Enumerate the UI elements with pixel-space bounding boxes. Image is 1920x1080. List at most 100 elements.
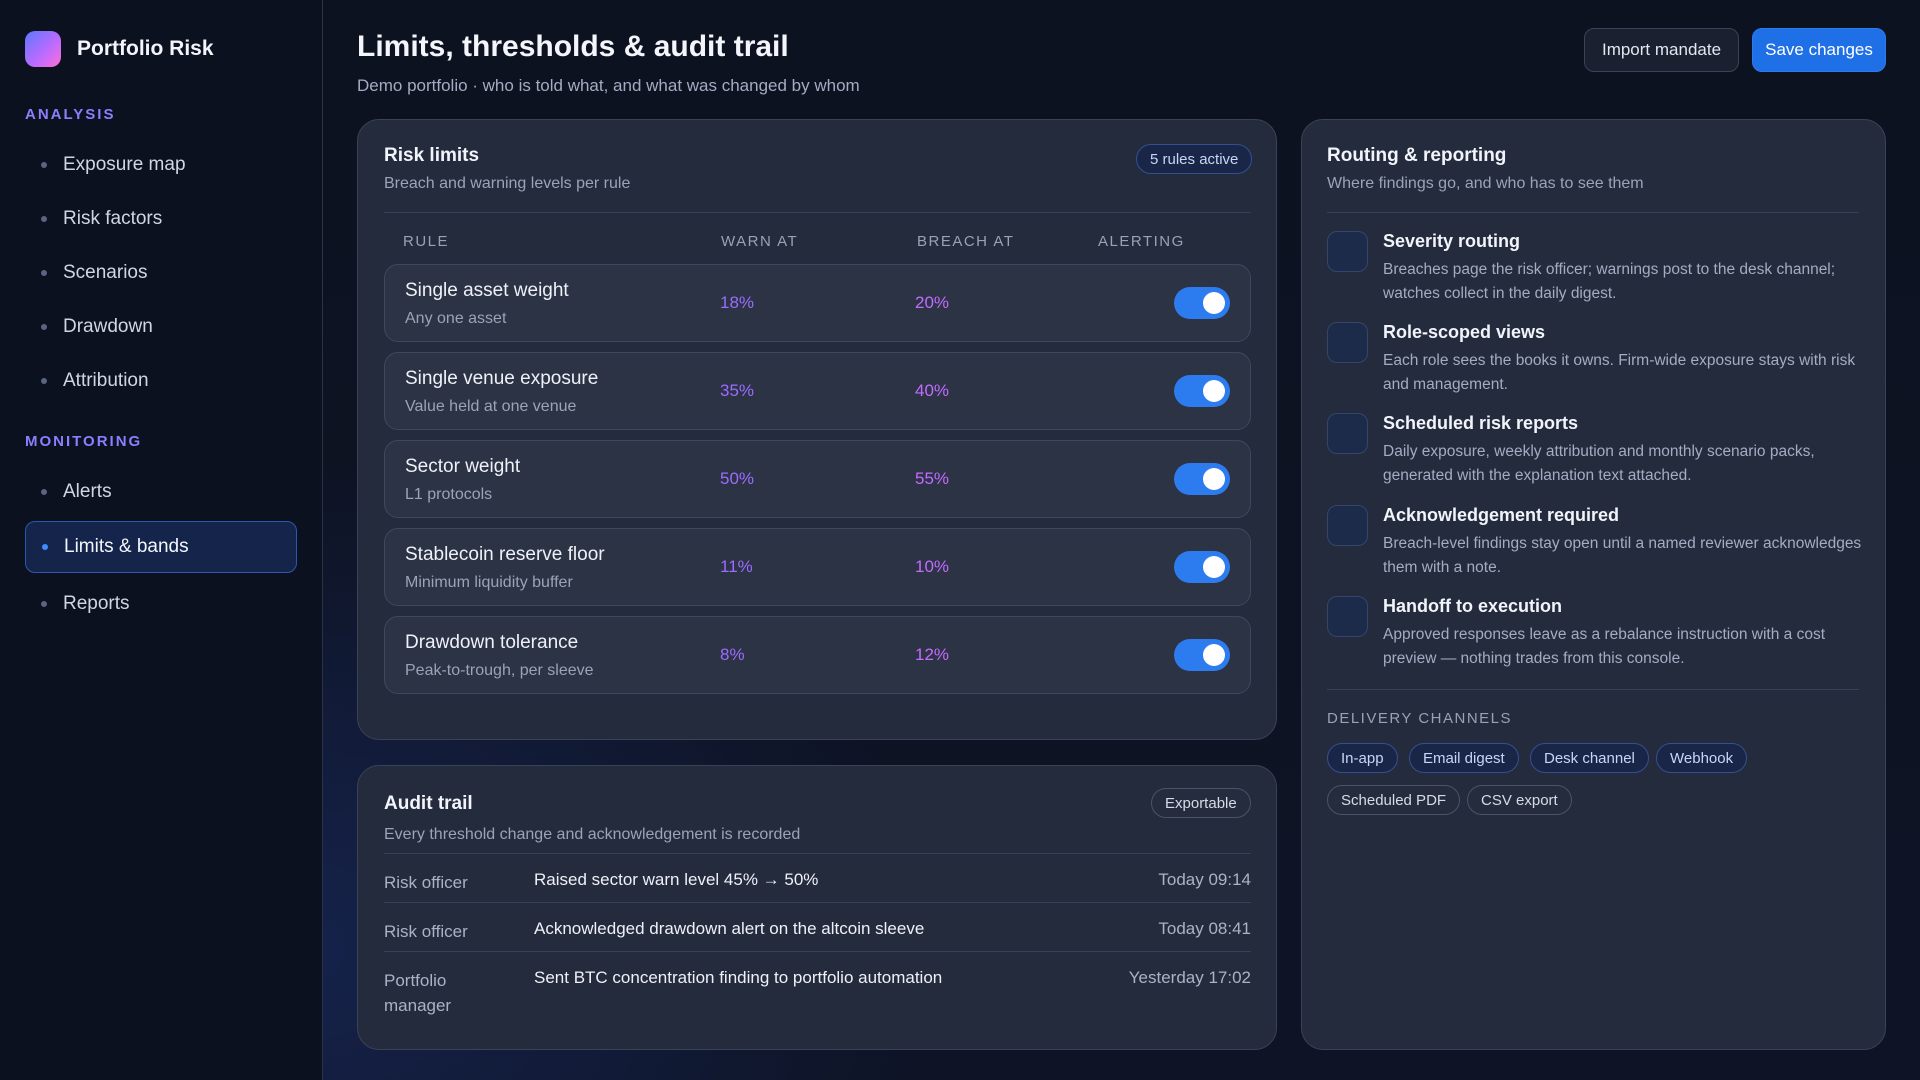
nav-item-limits-bands[interactable]: Limits & bands <box>25 521 297 573</box>
nav-item-label: Alerts <box>63 481 112 502</box>
nav-item-exposure-map[interactable]: Exposure map <box>25 139 297 191</box>
warn-value[interactable]: 11% <box>720 557 753 577</box>
rule-name: Drawdown tolerance <box>405 632 579 653</box>
routing-item-title: Role-scoped views <box>1383 322 1546 342</box>
column-header-breach-at: BREACH AT <box>917 233 1015 250</box>
divider <box>384 212 1251 213</box>
breach-value[interactable]: 40% <box>915 381 949 401</box>
rule-row[interactable]: Drawdown tolerance Peak-to-trough, per s… <box>384 616 1251 694</box>
routing-item-scheduled-reports[interactable]: Scheduled risk reports Daily exposure, w… <box>1327 413 1867 489</box>
audit-trail-subtitle: Every threshold change and acknowledgeme… <box>384 826 801 843</box>
audit-entry: Portfolio manager Sent BTC concentration… <box>384 968 1251 1028</box>
divider <box>384 902 1251 903</box>
routing-title: Routing & reporting <box>1327 145 1507 166</box>
column-header-alerting: ALERTING <box>1098 233 1185 250</box>
channel-chip-csv-export[interactable]: CSV export <box>1467 785 1572 815</box>
routing-item-title: Severity routing <box>1383 231 1521 251</box>
nav-item-label: Scenarios <box>63 262 148 283</box>
warn-value[interactable]: 8% <box>720 645 745 665</box>
audit-actor: Risk officer <box>384 873 468 892</box>
channel-chip-desk-channel[interactable]: Desk channel <box>1530 743 1649 773</box>
alerting-toggle[interactable] <box>1174 551 1230 583</box>
save-changes-button[interactable]: Save changes <box>1752 28 1886 72</box>
routing-item-role-scoped[interactable]: Role-scoped views Each role sees the boo… <box>1327 322 1867 398</box>
rule-name: Single asset weight <box>405 280 569 301</box>
rule-row[interactable]: Stablecoin reserve floor Minimum liquidi… <box>384 528 1251 606</box>
routing-item-title: Handoff to execution <box>1383 596 1562 616</box>
alerting-toggle[interactable] <box>1174 287 1230 319</box>
routing-item-description: Breach-level findings stay open until a … <box>1383 535 1862 576</box>
rule-description: Minimum liquidity buffer <box>405 574 573 591</box>
routing-subtitle: Where findings go, and who has to see th… <box>1327 175 1644 192</box>
warn-value[interactable]: 35% <box>720 381 754 401</box>
breach-value[interactable]: 12% <box>915 645 949 665</box>
routing-item-title: Scheduled risk reports <box>1383 413 1579 433</box>
audit-timestamp: Yesterday 17:02 <box>1128 968 1251 987</box>
rule-description: Any one asset <box>405 310 507 327</box>
nav-item-reports[interactable]: Reports <box>25 578 297 630</box>
alerting-toggle[interactable] <box>1174 375 1230 407</box>
audit-trail-title: Audit trail <box>384 793 473 814</box>
nav-item-risk-factors[interactable]: Risk factors <box>25 193 297 245</box>
rule-row[interactable]: Single venue exposure Value held at one … <box>384 352 1251 430</box>
warn-value[interactable]: 18% <box>720 293 754 313</box>
risk-limits-title: Risk limits <box>384 145 480 166</box>
routing-item-description: Approved responses leave as a rebalance … <box>1383 626 1825 667</box>
routing-checkbox[interactable] <box>1327 505 1368 546</box>
nav-item-attribution[interactable]: Attribution <box>25 355 297 407</box>
routing-item-severity[interactable]: Severity routing Breaches page the risk … <box>1327 231 1867 307</box>
nav-item-label: Risk factors <box>63 208 163 229</box>
import-mandate-button[interactable]: Import mandate <box>1584 28 1739 72</box>
breach-value[interactable]: 55% <box>915 469 949 489</box>
bullet-icon <box>41 216 47 222</box>
channel-chip-webhook[interactable]: Webhook <box>1656 743 1748 773</box>
nav-item-label: Exposure map <box>63 154 186 175</box>
rules-active-badge: 5 rules active <box>1136 144 1253 174</box>
bullet-icon <box>41 162 47 168</box>
rule-row[interactable]: Single asset weight Any one asset 18% 20… <box>384 264 1251 342</box>
audit-entry: Risk officer Acknowledged drawdown alert… <box>384 919 1251 959</box>
exportable-badge[interactable]: Exportable <box>1151 788 1251 818</box>
audit-timestamp: Today 08:41 <box>1158 919 1251 938</box>
channel-chip-email-digest[interactable]: Email digest <box>1409 743 1519 773</box>
breach-value[interactable]: 20% <box>915 293 949 313</box>
alerting-toggle[interactable] <box>1174 463 1230 495</box>
bullet-icon <box>41 378 47 384</box>
channel-chip-in-app[interactable]: In-app <box>1327 743 1398 773</box>
routing-checkbox[interactable] <box>1327 413 1368 454</box>
app-title: Portfolio Risk <box>77 37 214 60</box>
page-title: Limits, thresholds & audit trail <box>357 30 789 63</box>
brand[interactable]: Portfolio Risk <box>25 31 214 67</box>
rule-row[interactable]: Sector weight L1 protocols 50% 55% <box>384 440 1251 518</box>
routing-item-handoff[interactable]: Handoff to execution Approved responses … <box>1327 596 1867 672</box>
column-header-warn-at: WARN AT <box>721 233 799 250</box>
nav-item-scenarios[interactable]: Scenarios <box>25 247 297 299</box>
warn-value[interactable]: 50% <box>720 469 754 489</box>
routing-item-description: Each role sees the books it owns. Firm-w… <box>1383 352 1856 393</box>
rule-description: Peak-to-trough, per sleeve <box>405 662 594 679</box>
bullet-icon <box>41 601 47 607</box>
audit-action: Sent BTC concentration finding to portfo… <box>534 968 943 987</box>
audit-action: Acknowledged drawdown alert on the altco… <box>534 919 925 938</box>
nav-item-label: Reports <box>63 593 130 614</box>
routing-checkbox[interactable] <box>1327 231 1368 272</box>
nav-item-label: Drawdown <box>63 316 153 337</box>
breach-value[interactable]: 10% <box>915 557 949 577</box>
bullet-icon <box>41 270 47 276</box>
risk-limits-subtitle: Breach and warning levels per rule <box>384 175 631 192</box>
routing-item-acknowledgement[interactable]: Acknowledgement required Breach-level fi… <box>1327 505 1867 581</box>
rule-description: L1 protocols <box>405 486 493 503</box>
audit-actor: Risk officer <box>384 922 468 941</box>
alerting-toggle[interactable] <box>1174 639 1230 671</box>
delivery-channels-label: DELIVERY CHANNELS <box>1327 710 1513 727</box>
routing-item-description: Daily exposure, weekly attribution and m… <box>1383 443 1815 484</box>
toggle-knob <box>1203 644 1225 666</box>
channel-chip-scheduled-pdf[interactable]: Scheduled PDF <box>1327 785 1461 815</box>
nav-item-drawdown[interactable]: Drawdown <box>25 301 297 353</box>
bullet-icon <box>41 489 47 495</box>
bullet-icon <box>42 544 48 550</box>
sidebar: Portfolio Risk ANALYSIS Exposure map Ris… <box>0 0 323 1080</box>
routing-checkbox[interactable] <box>1327 596 1368 637</box>
routing-checkbox[interactable] <box>1327 322 1368 363</box>
nav-item-alerts[interactable]: Alerts <box>25 466 297 518</box>
